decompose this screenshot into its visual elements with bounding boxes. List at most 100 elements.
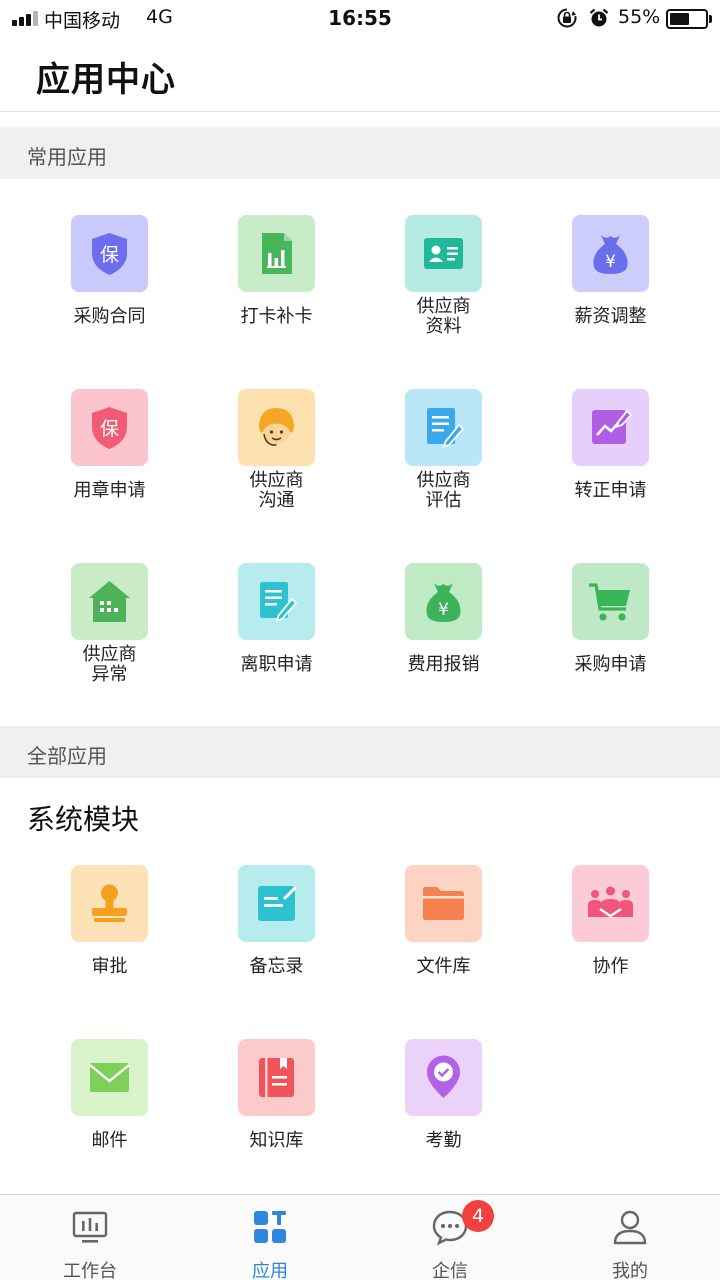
- app-team[interactable]: 协作: [527, 865, 694, 1005]
- app-house[interactable]: 供应商 异常: [26, 563, 193, 703]
- money-bag-icon: ¥: [426, 583, 461, 622]
- cart-icon: [589, 583, 630, 621]
- battery-percent: 55%: [618, 6, 661, 28]
- app-tile[interactable]: [572, 563, 649, 640]
- section-header-common: 常用应用: [0, 127, 720, 179]
- app-label: 备忘录: [249, 956, 304, 977]
- app-tile[interactable]: [238, 389, 315, 466]
- app-tile[interactable]: [71, 563, 148, 640]
- app-tile[interactable]: [405, 865, 482, 942]
- svg-text:¥: ¥: [438, 600, 449, 620]
- battery-tip: [709, 15, 712, 23]
- shield-bao-icon: 保: [92, 407, 127, 449]
- folder-icon: [423, 887, 464, 920]
- page-title: 应用中心: [36, 60, 176, 100]
- person-icon: [613, 1210, 647, 1245]
- app-money-bag[interactable]: ¥ 薪资调整: [527, 215, 694, 355]
- battery-level: [670, 13, 689, 25]
- tab-label: 工作台: [63, 1261, 117, 1280]
- app-id-card[interactable]: 供应商 资料: [360, 215, 527, 355]
- app-book[interactable]: 知识库: [193, 1039, 360, 1179]
- tab-dashboard[interactable]: 工作台: [0, 1195, 180, 1280]
- app-label: 文件库: [416, 956, 471, 977]
- app-tile[interactable]: [71, 865, 148, 942]
- app-tile[interactable]: ¥: [405, 563, 482, 640]
- app-tile[interactable]: 保: [71, 215, 148, 292]
- app-label: 采购申请: [574, 654, 647, 675]
- section-header-all: 全部应用: [0, 726, 720, 778]
- app-label: 供应商 异常: [82, 644, 137, 685]
- app-cart[interactable]: 采购申请: [527, 563, 694, 703]
- app-label: 供应商 沟通: [249, 470, 304, 511]
- chart-document-icon: [262, 233, 292, 274]
- app-label: 打卡补卡: [240, 306, 313, 327]
- memo-icon: [258, 885, 298, 921]
- app-location-check[interactable]: 考勤: [360, 1039, 527, 1179]
- money-bag-icon: ¥: [593, 235, 628, 274]
- module-heading: 系统模块: [27, 803, 140, 836]
- app-mail[interactable]: 邮件: [26, 1039, 193, 1179]
- shield-bao-icon: 保: [92, 233, 127, 275]
- bottom-tab-bar: 工作台 应用 企信 我的: [0, 1194, 720, 1280]
- app-money-bag[interactable]: ¥ 费用报销: [360, 563, 527, 703]
- battery-icon: [666, 9, 708, 29]
- tab-label: 企信: [432, 1261, 468, 1280]
- app-tile[interactable]: [572, 865, 649, 942]
- app-tile[interactable]: [405, 215, 482, 292]
- book-icon: [259, 1058, 294, 1097]
- app-tile[interactable]: [238, 1039, 315, 1116]
- app-document-edit[interactable]: 离职申请: [193, 563, 360, 703]
- app-tile[interactable]: [405, 389, 482, 466]
- document-edit-icon: [427, 408, 465, 448]
- tab-label: 应用: [252, 1261, 288, 1280]
- app-label: 协作: [592, 956, 629, 977]
- app-label: 供应商 资料: [416, 296, 471, 337]
- orientation-lock-icon: [557, 8, 577, 28]
- section-title: 全部应用: [27, 744, 107, 768]
- mail-icon: [89, 1063, 130, 1092]
- app-support-agent[interactable]: 供应商 沟通: [193, 389, 360, 529]
- alarm-icon: [589, 8, 609, 27]
- app-tile[interactable]: [71, 1039, 148, 1116]
- tab-chat-bubble[interactable]: 企信: [360, 1195, 540, 1280]
- app-tile[interactable]: 保: [71, 389, 148, 466]
- app-shield-bao[interactable]: 保用章申请: [26, 389, 193, 529]
- app-label: 用章申请: [73, 480, 146, 501]
- tab-apps-grid[interactable]: 应用: [180, 1195, 360, 1280]
- section-title: 常用应用: [27, 145, 107, 169]
- app-label: 审批: [91, 956, 128, 977]
- app-label: 采购合同: [73, 306, 146, 327]
- svg-text:保: 保: [100, 418, 119, 440]
- app-tile[interactable]: [238, 865, 315, 942]
- support-agent-icon: [259, 408, 294, 446]
- stamp-icon: [92, 884, 127, 922]
- app-tile[interactable]: [572, 389, 649, 466]
- app-label: 邮件: [91, 1130, 128, 1151]
- tab-person[interactable]: 我的: [540, 1195, 720, 1280]
- location-check-icon: [427, 1055, 460, 1098]
- header-divider: [0, 111, 720, 112]
- app-label: 知识库: [249, 1130, 304, 1151]
- app-chart-document[interactable]: 打卡补卡: [193, 215, 360, 355]
- app-label: 费用报销: [407, 654, 480, 675]
- trend-edit-icon: [592, 409, 633, 444]
- app-tile[interactable]: [238, 215, 315, 292]
- app-tile[interactable]: [238, 563, 315, 640]
- status-time: 16:55: [328, 6, 392, 30]
- app-memo[interactable]: 备忘录: [193, 865, 360, 1005]
- app-tile[interactable]: [405, 1039, 482, 1116]
- app-shield-bao[interactable]: 保采购合同: [26, 215, 193, 355]
- app-label: 离职申请: [240, 654, 313, 675]
- app-trend-edit[interactable]: 转正申请: [527, 389, 694, 529]
- app-label: 考勤: [425, 1130, 462, 1151]
- app-tile[interactable]: ¥: [572, 215, 649, 292]
- svg-text:保: 保: [100, 244, 119, 266]
- status-bar: 中国移动 4G 16:55 55%: [0, 0, 720, 38]
- app-label: 转正申请: [574, 480, 647, 501]
- team-icon: [588, 886, 633, 918]
- svg-text:¥: ¥: [605, 252, 616, 272]
- app-stamp[interactable]: 审批: [26, 865, 193, 1005]
- app-folder[interactable]: 文件库: [360, 865, 527, 1005]
- app-document-edit[interactable]: 供应商 评估: [360, 389, 527, 529]
- app-label: 薪资调整: [574, 306, 647, 327]
